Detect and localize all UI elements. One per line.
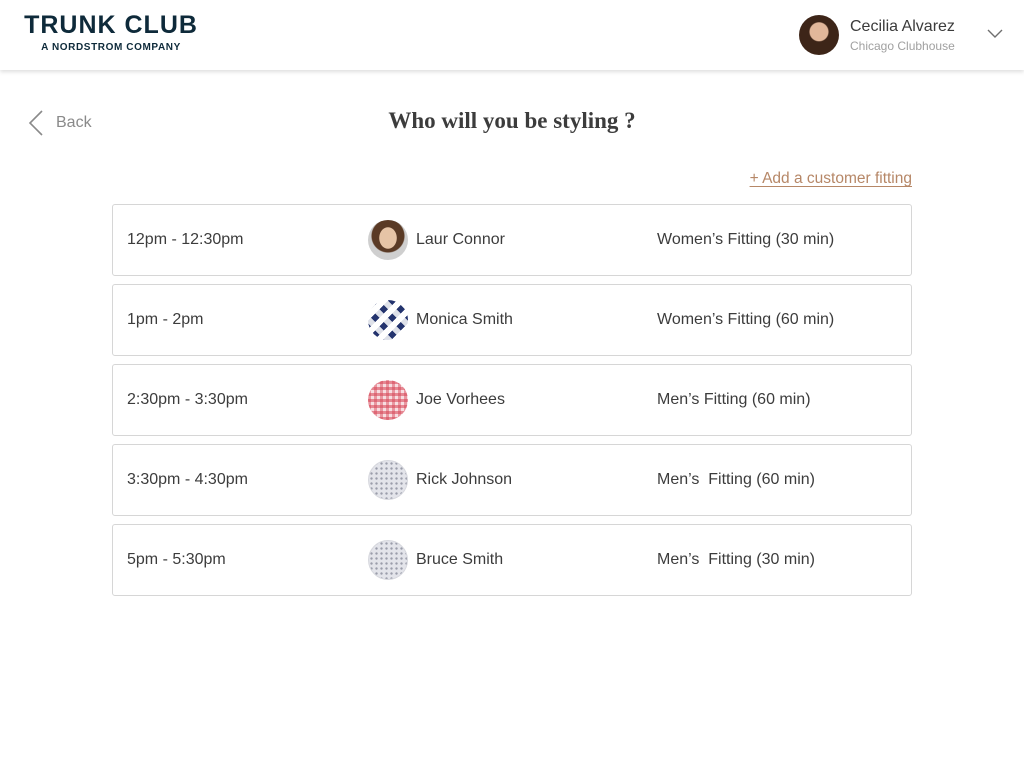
customer-name: Rick Johnson (416, 471, 513, 488)
user-location: Chicago Clubhouse (850, 39, 955, 53)
appointment-row[interactable]: 5pm - 5:30pm Bruce Smith Men’s Fitting (… (112, 524, 912, 596)
customer-avatar (368, 540, 408, 580)
logo-wordmark: TRUNK CLUB (24, 11, 198, 39)
customer-avatar (368, 380, 408, 420)
fitting-type: Men’s Fitting (30 min) (657, 551, 815, 568)
fitting-type: Men’s Fitting (60 min) (657, 471, 815, 488)
appointment-row[interactable]: 3:30pm - 4:30pm Rick Johnson Men’s Fitti… (112, 444, 912, 516)
fitting-type: Women’s Fitting (60 min) (657, 311, 835, 328)
customer-avatar (368, 220, 408, 260)
customer-name: Laur Connor (416, 231, 505, 248)
appointment-row[interactable]: 2:30pm - 3:30pm Joe Vorhees Men’s Fittin… (112, 364, 912, 436)
user-menu[interactable]: Cecilia Alvarez Chicago Clubhouse (799, 15, 1004, 55)
appointment-row[interactable]: 1pm - 2pm Monica Smith Women’s Fitting (… (112, 284, 912, 356)
customer-name: Bruce Smith (416, 551, 504, 568)
chevron-down-icon[interactable] (986, 25, 1004, 43)
customer-avatar (368, 300, 408, 340)
appointment-list: 12pm - 12:30pm Laur Connor Women’s Fitti… (112, 204, 912, 604)
appointment-time: 3:30pm - 4:30pm (127, 471, 248, 488)
trunk-club-logo[interactable]: TRUNK CLUB A NORDSTROM COMPANY (20, 12, 202, 53)
add-customer-fitting-link[interactable]: + Add a customer fitting (750, 170, 912, 188)
fitting-type: Men’s Fitting (60 min) (657, 391, 811, 408)
top-header: TRUNK CLUB A NORDSTROM COMPANY Cecilia A… (0, 0, 1024, 70)
user-name: Cecilia Alvarez (850, 18, 955, 35)
user-avatar (799, 15, 839, 55)
page-title: Who will you be styling ? (388, 108, 636, 133)
fitting-type: Women’s Fitting (30 min) (657, 231, 835, 248)
appointment-time: 5pm - 5:30pm (127, 551, 226, 568)
appointment-time: 12pm - 12:30pm (127, 231, 244, 248)
appointment-row[interactable]: 12pm - 12:30pm Laur Connor Women’s Fitti… (112, 204, 912, 276)
customer-avatar (368, 460, 408, 500)
customer-name: Monica Smith (416, 311, 513, 328)
appointment-time: 2:30pm - 3:30pm (127, 391, 248, 408)
logo-tagline: A NORDSTROM COMPANY (41, 42, 181, 53)
customer-name: Joe Vorhees (416, 391, 505, 408)
appointment-time: 1pm - 2pm (127, 311, 204, 328)
